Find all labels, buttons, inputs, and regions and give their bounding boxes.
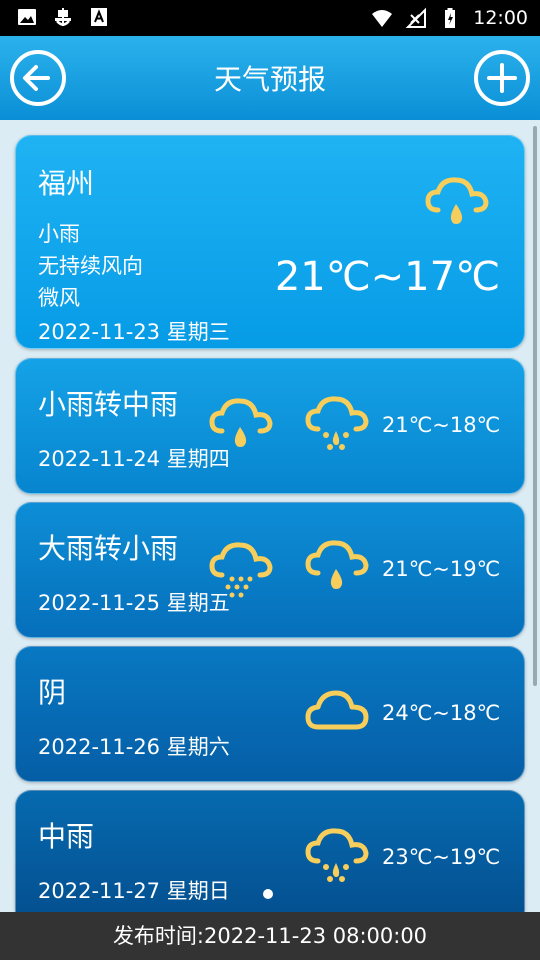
scrollbar[interactable] — [533, 126, 537, 686]
forecast-card[interactable]: 中雨 2022-11-27 星期日 23℃~19℃ — [15, 790, 525, 912]
publish-time: 发布时间:2022-11-23 08:00:00 — [0, 912, 540, 960]
forecast-date: 2022-11-24 星期四 — [38, 447, 230, 471]
wind-direction: 无持续风向 — [38, 254, 143, 278]
bug-icon — [55, 8, 71, 26]
forecast-date: 2022-11-25 星期五 — [38, 591, 230, 615]
today-temperature: 21℃~17℃ — [274, 254, 500, 300]
forecast-date: 2022-11-27 星期日 — [38, 879, 230, 903]
clock: 12:00 — [473, 7, 528, 29]
font-icon — [91, 8, 107, 26]
forecast-condition: 小雨转中雨 — [38, 388, 179, 421]
light-rain-icon — [425, 177, 489, 224]
wind-level: 微风 — [38, 286, 80, 310]
page-title: 天气预报 — [213, 63, 326, 96]
image-icon — [18, 9, 36, 25]
light-rain-icon — [209, 398, 273, 447]
today-card[interactable]: 福州 小雨 无持续风向 微风 2022-11-23 星期三 21℃~17℃ — [15, 135, 525, 349]
light-rain-icon — [305, 540, 369, 589]
forecast-condition: 大雨转小雨 — [38, 532, 179, 565]
forecast-temperature: 21℃~18℃ — [382, 413, 501, 437]
plus-icon — [487, 63, 517, 93]
add-city-button[interactable] — [474, 50, 530, 106]
forecast-temperature: 23℃~19℃ — [382, 845, 501, 869]
app-bar: 天气预报 — [0, 36, 540, 120]
city-name: 福州 — [38, 167, 95, 200]
wifi-icon — [372, 10, 393, 27]
today-condition: 小雨 — [38, 222, 80, 246]
forecast-card[interactable]: 阴 2022-11-26 星期六 24℃~18℃ — [15, 646, 525, 782]
overcast-icon — [305, 690, 369, 730]
today-date: 2022-11-23 星期三 — [38, 320, 230, 344]
moderate-rain-icon — [305, 396, 369, 450]
forecast-list[interactable]: 福州 小雨 无持续风向 微风 2022-11-23 星期三 21℃~17℃ 小雨… — [0, 120, 540, 912]
heavy-rain-icon — [209, 542, 273, 598]
moderate-rain-icon — [305, 828, 369, 882]
status-bar: 12:00 — [0, 0, 540, 36]
forecast-temperature: 24℃~18℃ — [382, 701, 501, 725]
forecast-temperature: 21℃~19℃ — [382, 557, 501, 581]
forecast-card[interactable]: 小雨转中雨 2022-11-24 星期四 21℃~18℃ — [15, 358, 525, 494]
forecast-date: 2022-11-26 星期六 — [38, 735, 230, 759]
forecast-condition: 中雨 — [38, 820, 95, 853]
page-indicator-dot — [263, 889, 273, 899]
forecast-condition: 阴 — [38, 676, 67, 709]
forecast-card[interactable]: 大雨转小雨 2022-11-25 星期五 21℃~19℃ — [15, 502, 525, 638]
no-signal-icon — [405, 7, 427, 28]
battery-charging-icon — [445, 8, 456, 28]
